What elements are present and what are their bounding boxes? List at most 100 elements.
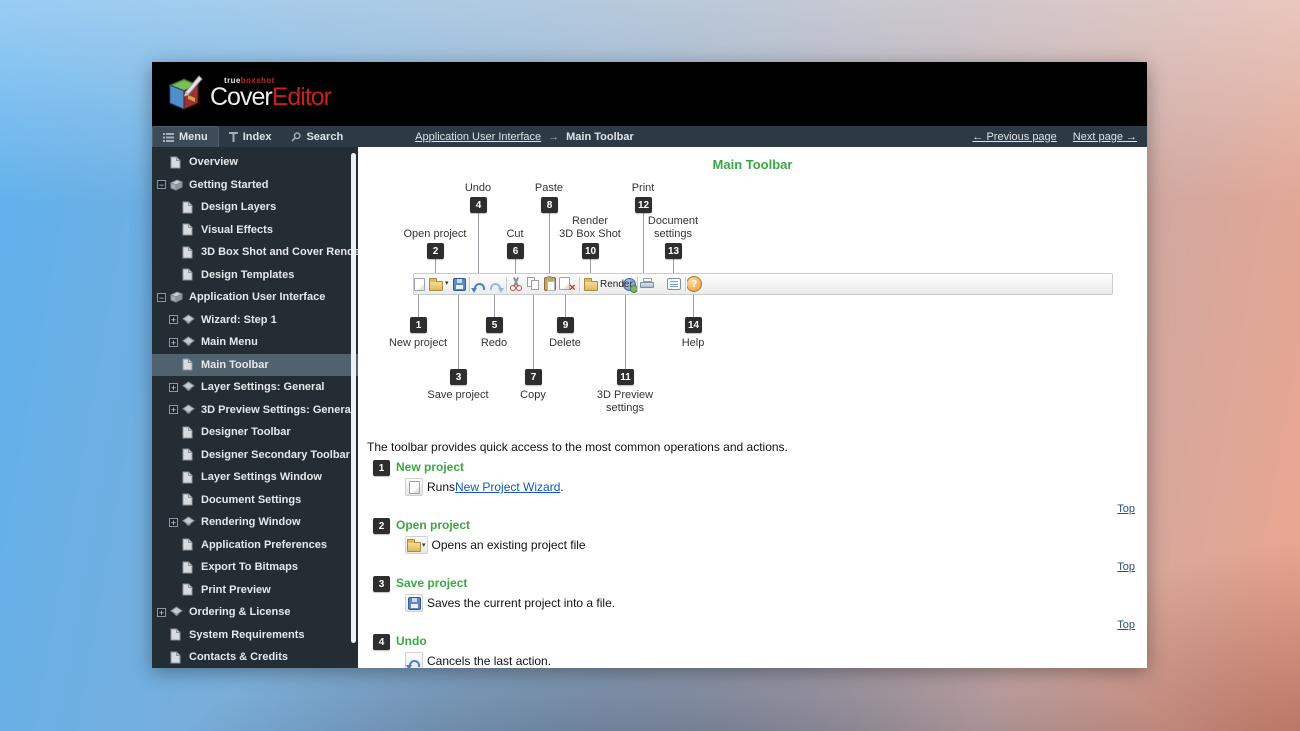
sidebar-item[interactable]: System Requirements (152, 624, 358, 647)
sidebar-item[interactable]: +Ordering & License (152, 601, 358, 624)
sidebar-item-label: Design Templates (201, 269, 294, 281)
tab-search[interactable]: Search (281, 126, 353, 147)
sidebar-item[interactable]: −Getting Started (152, 174, 358, 197)
sidebar-item-label: Layer Settings Window (201, 471, 322, 483)
app-header: trueboxshot CoverEditor (152, 62, 1147, 126)
expand-toggle-icon[interactable]: + (169, 383, 178, 392)
callout-line (673, 259, 674, 273)
sidebar-item[interactable]: Design Templates (152, 264, 358, 287)
document-settings-icon (666, 276, 682, 292)
callout-label: Paste (504, 182, 594, 195)
next-page-link[interactable]: Next page → (1073, 131, 1137, 143)
sidebar-item[interactable]: Designer Secondary Toolbar (152, 444, 358, 467)
top-link-row: Top (373, 615, 1135, 628)
sidebar-page-icon (182, 448, 196, 461)
sidebar-item[interactable]: +Wizard: Step 1 (152, 309, 358, 332)
undo-icon (405, 652, 423, 668)
callout-line (515, 259, 516, 273)
breadcrumb-parent-link[interactable]: Application User Interface (415, 131, 541, 143)
item-description-text: Runs (427, 480, 455, 494)
index-icon (229, 132, 238, 142)
sidebar-item-label: Print Preview (201, 584, 271, 596)
sidebar-item[interactable]: Overview (152, 151, 358, 174)
render-button-label: Render (600, 279, 633, 290)
sidebar-item[interactable]: 3D Box Shot and Cover Rendering (152, 241, 358, 264)
sidebar-item[interactable]: +3D Preview Settings: General (152, 399, 358, 422)
expand-toggle-icon[interactable]: − (157, 180, 166, 189)
callout-label: Render3D Box Shot (545, 215, 635, 241)
item-heading-row: 2 Open project (373, 518, 1135, 535)
sidebar-item[interactable]: Design Layers (152, 196, 358, 219)
redo-icon (487, 276, 503, 292)
item-number: 3 (373, 576, 390, 592)
toolbar-separator (469, 277, 470, 292)
intro-paragraph: The toolbar provides quick access to the… (367, 440, 1147, 454)
sidebar-item[interactable]: Layer Settings Window (152, 466, 358, 489)
app-logo: trueboxshot CoverEditor (164, 74, 210, 114)
breadcrumb-current: Main Toolbar (566, 131, 634, 143)
tab-index[interactable]: Index (219, 126, 282, 147)
expand-toggle-icon[interactable]: + (169, 338, 178, 347)
callout-number: 8 (541, 197, 558, 213)
sidebar-tree: Overview −Getting StartedDesign LayersVis… (152, 147, 358, 668)
item-number: 2 (373, 518, 390, 534)
sidebar-item[interactable]: Print Preview (152, 579, 358, 602)
desktop-background: trueboxshot CoverEditor Menu Index (0, 0, 1300, 731)
sidebar-scrollbar[interactable] (351, 153, 356, 643)
sidebar-item[interactable]: +Rendering Window (152, 511, 358, 534)
new-project-wizard-link[interactable]: New Project Wizard (455, 480, 560, 494)
callout-number: 1 (410, 317, 427, 333)
previous-page-link[interactable]: ← Previous page (972, 131, 1056, 143)
sidebar-item[interactable]: Export To Bitmaps (152, 556, 358, 579)
expand-toggle-icon[interactable]: + (169, 518, 178, 527)
toolbar-item-1: 1New projectRuns New Project Wizard.Top (373, 460, 1135, 512)
callout-line (533, 295, 534, 369)
expand-toggle-icon[interactable]: + (157, 608, 166, 617)
expand-toggle-icon[interactable]: + (169, 405, 178, 414)
sidebar-page-icon (170, 651, 184, 664)
callout-number: 13 (665, 243, 682, 259)
sidebar-item[interactable]: Contacts & Credits (152, 646, 358, 668)
toolbar-item-2: 2Open project▾Opens an existing project … (373, 518, 1135, 570)
top-link[interactable]: Top (1117, 619, 1135, 631)
sidebar-item[interactable]: Designer Toolbar (152, 421, 358, 444)
toolbar-diagram: Main Toolbar ▾×?Render 1New project2Open… (358, 147, 1147, 440)
sidebar-item[interactable]: − Application User Interface (152, 286, 358, 309)
callout-line (435, 259, 436, 273)
top-link[interactable]: Top (1117, 561, 1135, 573)
sidebar-item-label: Application User Interface (189, 291, 325, 303)
sidebar-item-label: Overview (189, 156, 238, 168)
sidebar-page-icon (182, 246, 196, 259)
callout-number: 9 (557, 317, 574, 333)
render-folder-icon (583, 276, 599, 292)
sidebar-item-label: Export To Bitmaps (201, 561, 298, 573)
toolbar-separator (637, 277, 638, 292)
sidebar-item-label: Application Preferences (201, 539, 327, 551)
sidebar-item[interactable]: +Main Menu (152, 331, 358, 354)
callout-line (418, 295, 419, 317)
expand-toggle-icon[interactable]: − (157, 293, 166, 302)
sidebar-page-icon (182, 268, 196, 281)
sidebar-item-label: Designer Toolbar (201, 426, 291, 438)
item-heading-row: 1New project (373, 460, 1135, 477)
delete-icon: × (558, 276, 574, 292)
sidebar-item[interactable]: Document Settings (152, 489, 358, 512)
sidebar-item[interactable]: Application Preferences (152, 534, 358, 557)
sidebar-page-icon (182, 358, 196, 371)
breadcrumb-arrow: → (548, 131, 559, 143)
new-document-icon (411, 276, 427, 292)
sidebar-item[interactable]: +Layer Settings: General (152, 376, 358, 399)
save-project-icon (451, 276, 467, 292)
callout-label: Documentsettings (628, 215, 718, 241)
navigation-bar: Menu Index Search Application User Inter… (152, 126, 1147, 147)
item-heading: Open project (396, 518, 470, 533)
item-number: 4 (373, 634, 390, 650)
expand-toggle-icon[interactable]: + (169, 315, 178, 324)
sidebar-item[interactable]: Visual Effects (152, 219, 358, 242)
help-icon: ? (686, 276, 702, 292)
sidebar-diamond-icon (182, 516, 196, 528)
copy-icon (526, 276, 542, 292)
sidebar-item[interactable]: Main Toolbar (152, 354, 358, 377)
top-link[interactable]: Top (1117, 503, 1135, 515)
tab-menu[interactable]: Menu (152, 126, 219, 147)
